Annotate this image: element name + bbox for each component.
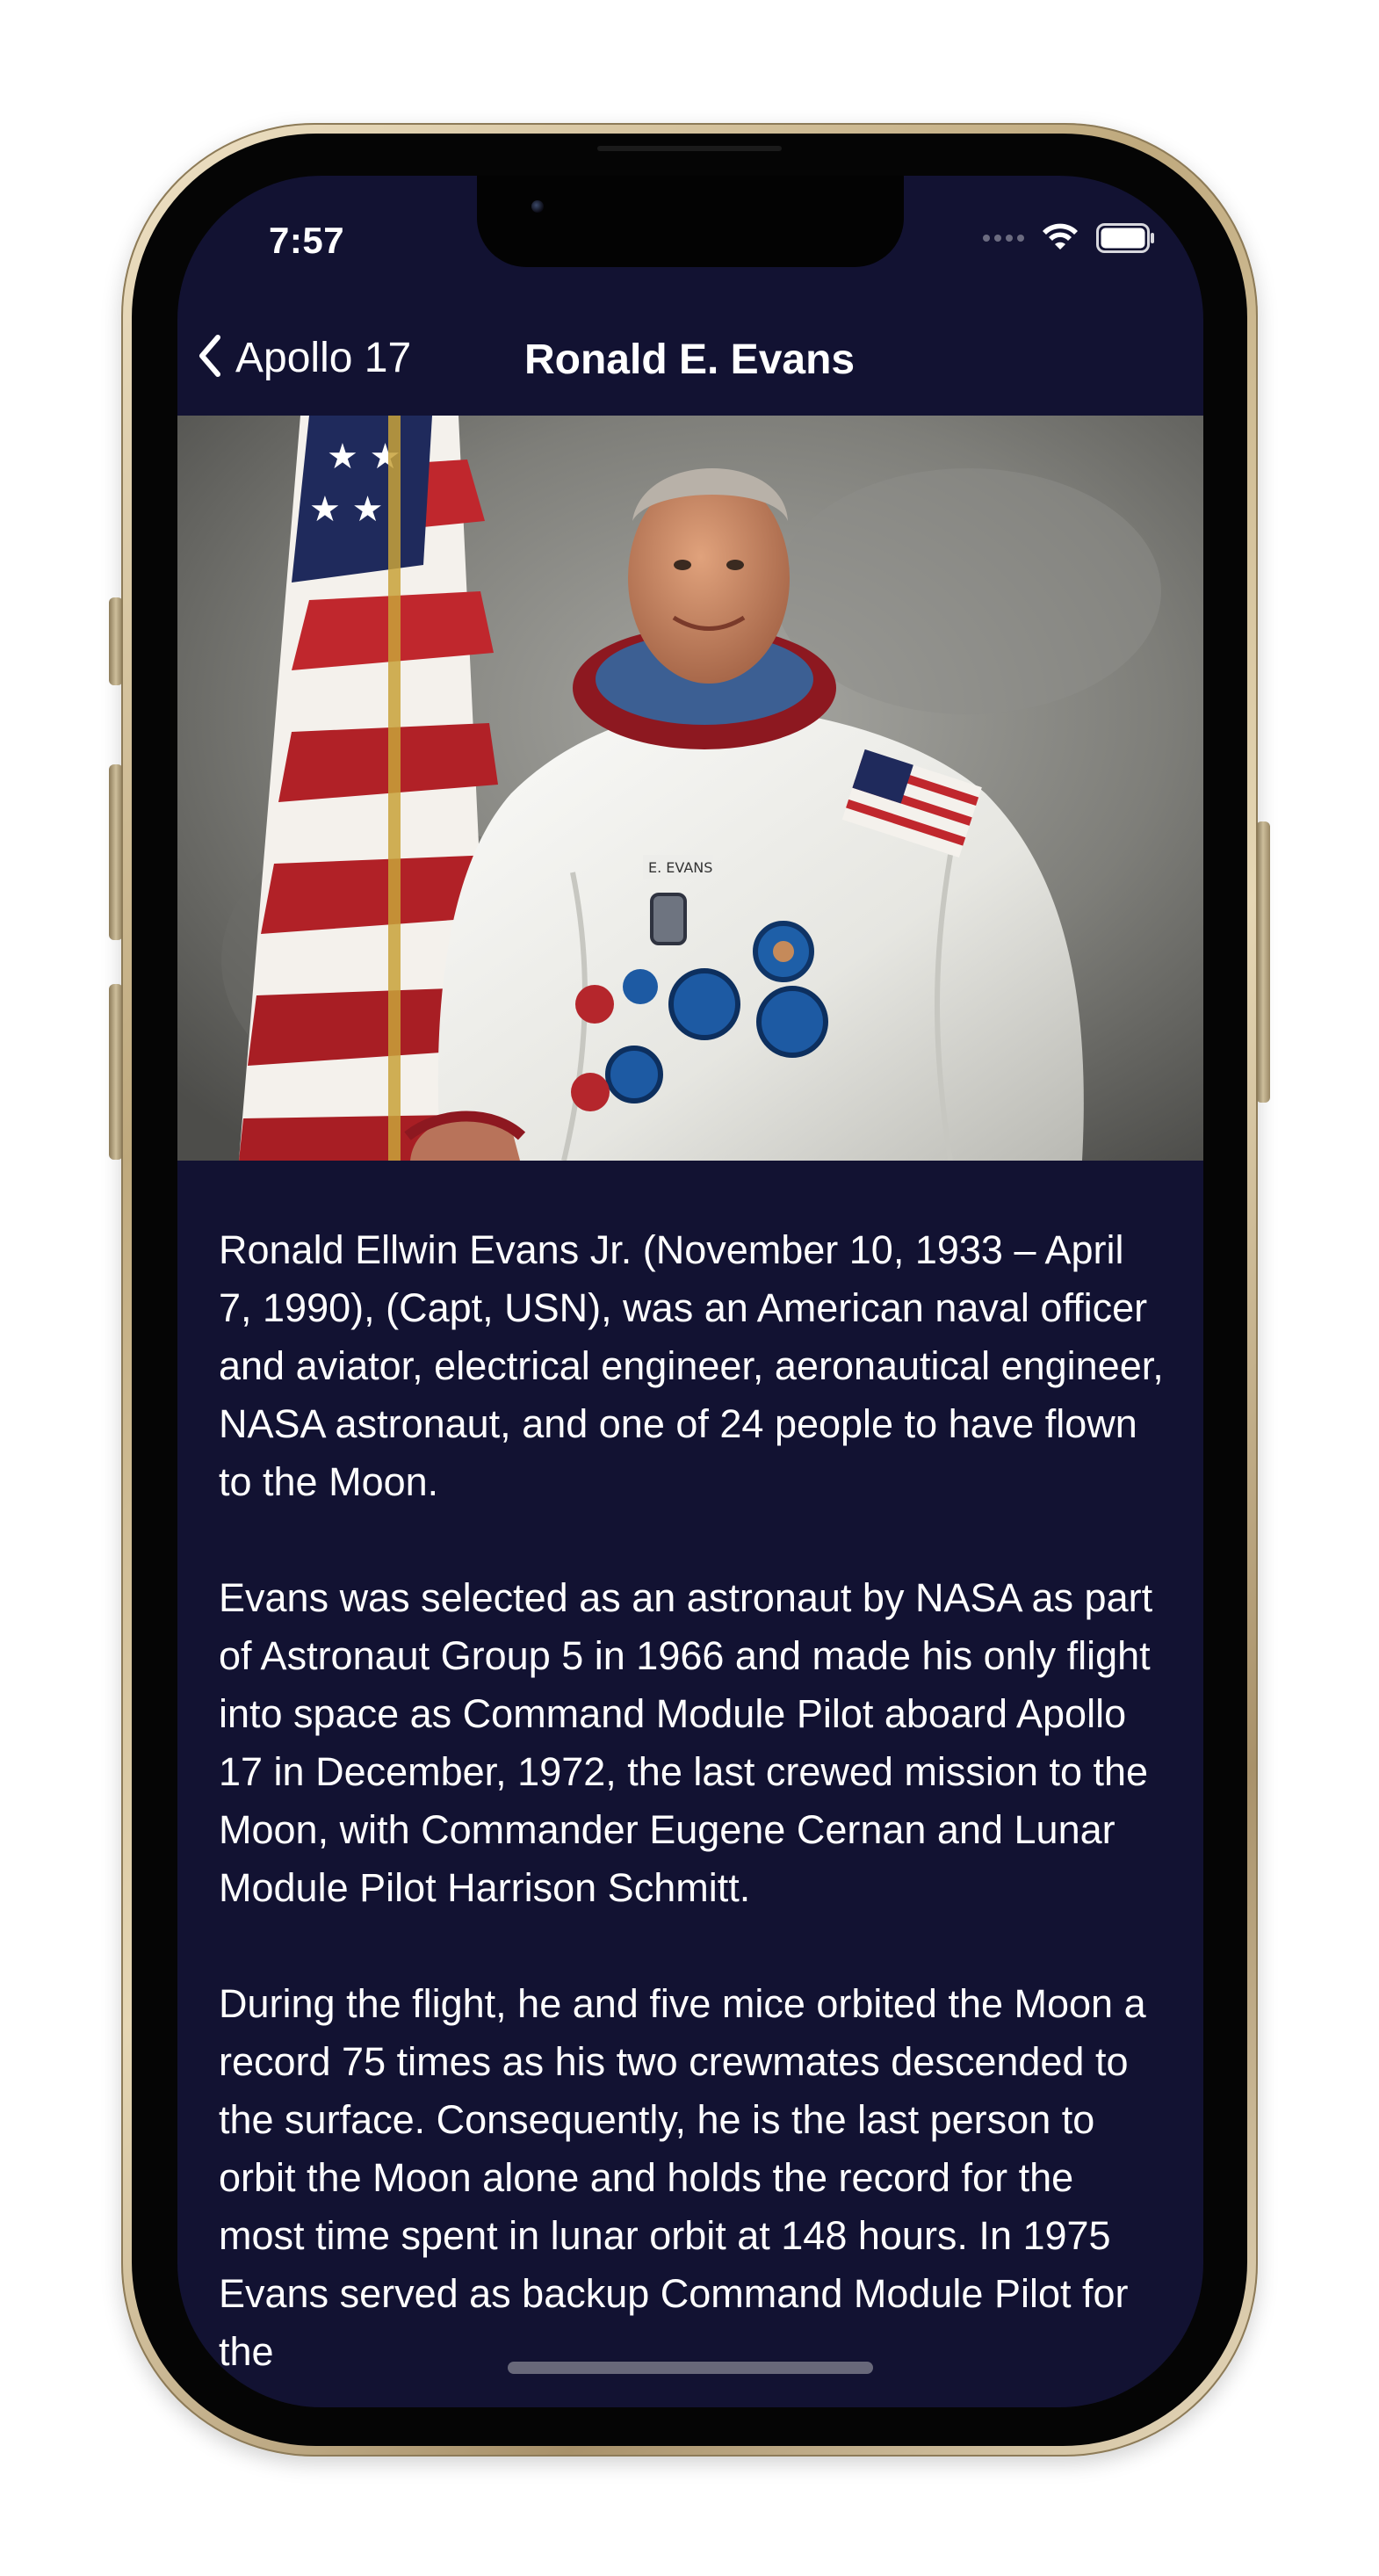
device-mockup: 7:57 Apollo 17 Ronald E. Evans ★ ★ ★ ★ E…	[0, 0, 1379, 2576]
bio-paragraph: During the flight, he and five mice orbi…	[219, 1981, 1146, 2374]
battery-icon	[1096, 223, 1156, 253]
status-icons	[983, 223, 1156, 253]
front-camera	[531, 200, 544, 213]
earpiece-speaker	[597, 146, 782, 151]
page-title: Ronald E. Evans	[524, 336, 856, 383]
bio-paragraph: Ronald Ellwin Evans Jr. (November 10, 19…	[219, 1227, 1164, 1504]
svg-text:★ ★: ★ ★	[309, 489, 383, 530]
signal-dots-icon	[983, 235, 1024, 242]
back-button[interactable]: Apollo 17	[197, 332, 411, 384]
bio-paragraph: Evans was selected as an astronaut by NA…	[219, 1575, 1153, 1910]
status-time: 7:57	[269, 220, 345, 261]
wifi-icon	[1040, 223, 1080, 253]
notch	[477, 176, 904, 267]
biography-text: Ronald Ellwin Evans Jr. (November 10, 19…	[219, 1221, 1167, 2407]
suit-name-tag: E. EVANS	[648, 859, 712, 876]
astronaut-photo: ★ ★ ★ ★ E. EVANS	[177, 416, 1203, 1161]
home-indicator[interactable]	[508, 2362, 873, 2374]
navigation-bar: Apollo 17 Ronald E. Evans	[177, 316, 1203, 413]
screen: 7:57 Apollo 17 Ronald E. Evans ★ ★ ★ ★ E…	[177, 176, 1203, 2407]
power-button	[1256, 821, 1270, 1103]
chevron-left-icon	[197, 332, 223, 384]
back-button-label: Apollo 17	[235, 335, 412, 381]
